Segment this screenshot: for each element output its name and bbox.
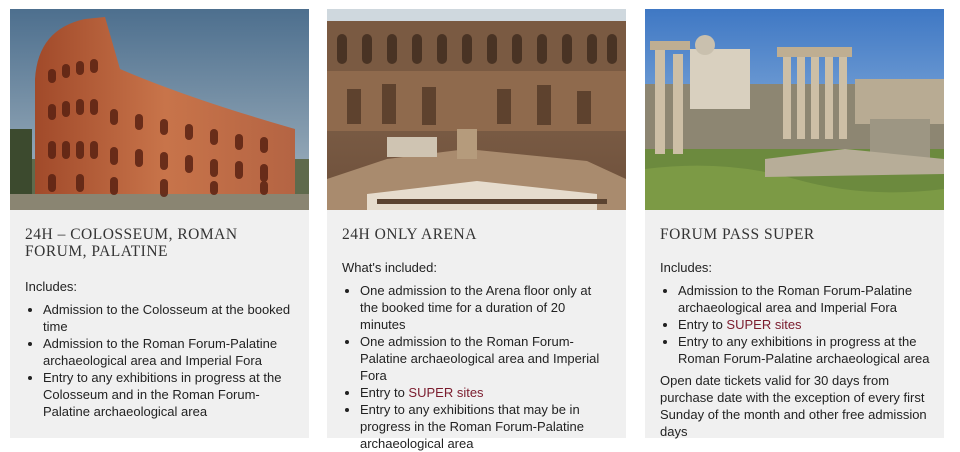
list-item: Entry to any exhibitions in progress at … <box>678 333 930 367</box>
list-item-super-sites: Entry to SUPER sites <box>360 384 612 401</box>
list-item: Admission to the Roman Forum-Palatine ar… <box>678 282 930 316</box>
list-item-prefix: Entry to <box>360 385 409 400</box>
includes-list: Admission to the Colosseum at the booked… <box>25 301 295 420</box>
super-sites-link[interactable]: SUPER sites <box>726 317 801 332</box>
includes-list: Admission to the Roman Forum-Palatine ar… <box>660 282 930 367</box>
includes-label: Includes: <box>660 260 713 275</box>
card-body: 24h only Arena What's included: One admi… <box>327 210 626 452</box>
includes-label: What's included: <box>342 260 437 275</box>
includes-list: One admission to the Arena floor only at… <box>342 282 612 452</box>
ticket-card-colosseum-forum-palatine[interactable]: 24h – Colosseum, Roman Forum, Palatine I… <box>10 9 309 438</box>
colosseum-exterior-photo <box>10 9 309 210</box>
card-body: 24h – Colosseum, Roman Forum, Palatine I… <box>10 210 309 420</box>
ticket-cards: 24h – Colosseum, Roman Forum, Palatine I… <box>0 0 960 451</box>
list-item: Entry to any exhibitions in progress at … <box>43 369 295 420</box>
ticket-card-forum-pass-super[interactable]: Forum Pass SUPER Includes: Admission to … <box>645 9 944 440</box>
list-item-prefix: Entry to <box>678 317 727 332</box>
card-body: Forum Pass SUPER Includes: Admission to … <box>645 210 944 440</box>
card-title: 24h – Colosseum, Roman Forum, Palatine <box>25 226 238 260</box>
list-item: Entry to any exhibitions that may be in … <box>360 401 612 452</box>
colosseum-arena-photo <box>327 9 626 210</box>
list-item: One admission to the Roman Forum-Palatin… <box>360 333 612 384</box>
list-item-super-sites: Entry to SUPER sites <box>678 316 930 333</box>
list-item: One admission to the Arena floor only at… <box>360 282 612 333</box>
validity-note: Open date tickets valid for 30 days from… <box>660 373 927 439</box>
roman-forum-photo <box>645 9 944 210</box>
super-sites-link[interactable]: SUPER sites <box>408 385 483 400</box>
ticket-card-only-arena[interactable]: 24h only Arena What's included: One admi… <box>327 9 626 451</box>
list-item: Admission to the Colosseum at the booked… <box>43 301 295 335</box>
list-item: Admission to the Roman Forum-Palatine ar… <box>43 335 295 369</box>
includes-label: Includes: <box>25 279 78 294</box>
card-title: 24h only Arena <box>342 226 477 243</box>
card-title: Forum Pass SUPER <box>660 226 815 243</box>
